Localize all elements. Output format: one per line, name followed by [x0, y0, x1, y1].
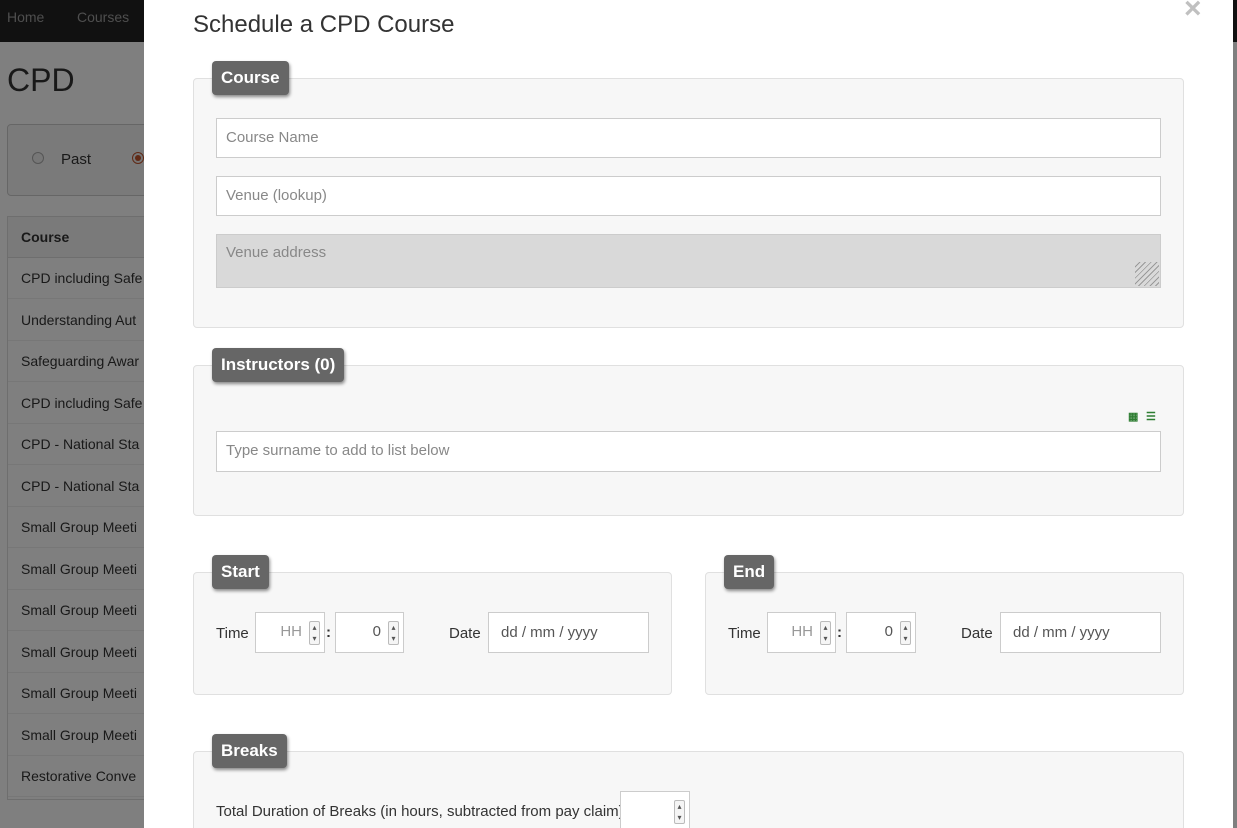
- start-time-separator: :: [326, 624, 331, 641]
- contact-card-icon[interactable]: ☰: [1146, 410, 1156, 423]
- course-name-input[interactable]: Course Name: [216, 118, 1161, 158]
- end-minute-value: 0: [884, 623, 893, 640]
- resize-grip-icon[interactable]: [1135, 262, 1159, 286]
- spinner-arrows-icon[interactable]: ▴ ▾: [388, 621, 399, 645]
- spinner-arrows-icon[interactable]: ▴ ▾: [309, 621, 320, 645]
- end-date-label: Date: [961, 625, 993, 642]
- start-hour-spinner[interactable]: HH ▴ ▾: [255, 612, 325, 653]
- breaks-duration-label: Total Duration of Breaks (in hours, subt…: [216, 803, 624, 820]
- start-minute-value: 0: [372, 623, 381, 640]
- start-time-label: Time: [216, 625, 249, 642]
- venue-lookup-input[interactable]: Venue (lookup): [216, 176, 1161, 216]
- calendar-icon[interactable]: ▦: [1128, 410, 1138, 423]
- spinner-arrows-icon[interactable]: ▴ ▾: [674, 800, 685, 824]
- instructor-surname-input[interactable]: Type surname to add to list below: [216, 431, 1161, 472]
- venue-address-textarea: Venue address: [216, 234, 1161, 288]
- modal-title: Schedule a CPD Course: [193, 11, 455, 38]
- end-date-input[interactable]: dd / mm / yyyy: [1000, 612, 1161, 653]
- end-minute-spinner[interactable]: 0 ▴ ▾: [846, 612, 916, 653]
- breaks-duration-spinner[interactable]: ▴ ▾: [620, 791, 690, 828]
- instructors-legend: Instructors (0): [212, 348, 345, 382]
- end-time-separator: :: [837, 624, 842, 641]
- course-legend: Course: [212, 61, 289, 95]
- start-date-label: Date: [449, 625, 481, 642]
- end-hour-spinner[interactable]: HH ▴ ▾: [767, 612, 836, 653]
- spinner-arrows-icon[interactable]: ▴ ▾: [820, 621, 831, 645]
- end-time-label: Time: [728, 625, 761, 642]
- end-legend: End: [724, 555, 775, 589]
- schedule-course-modal: Schedule a CPD Course × Course Course Na…: [144, 0, 1233, 828]
- spinner-arrows-icon[interactable]: ▴ ▾: [900, 621, 911, 645]
- start-date-input[interactable]: dd / mm / yyyy: [488, 612, 649, 653]
- start-legend: Start: [212, 555, 269, 589]
- venue-address-placeholder: Venue address: [226, 244, 327, 261]
- end-hour-placeholder: HH: [791, 623, 813, 640]
- start-hour-placeholder: HH: [280, 623, 302, 640]
- close-icon[interactable]: ×: [1184, 0, 1202, 26]
- breaks-legend: Breaks: [212, 734, 287, 768]
- start-minute-spinner[interactable]: 0 ▴ ▾: [335, 612, 404, 653]
